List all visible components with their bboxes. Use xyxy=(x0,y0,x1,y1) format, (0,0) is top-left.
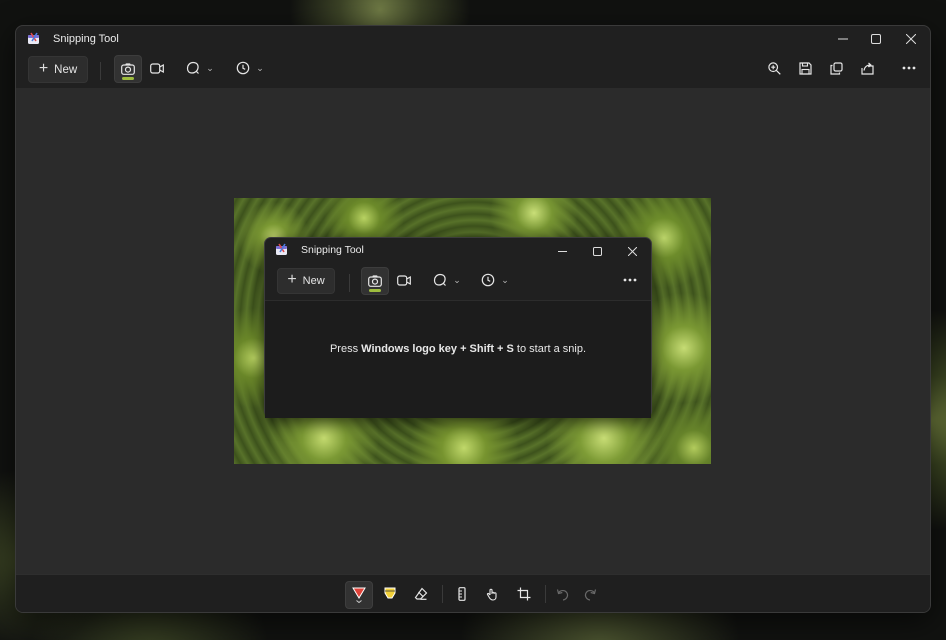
plus-icon: + xyxy=(287,271,297,288)
save-button[interactable] xyxy=(792,55,818,81)
more-icon xyxy=(902,66,916,70)
touch-writing-icon xyxy=(486,588,497,601)
ballpoint-pen-button[interactable] xyxy=(345,581,373,609)
close-icon xyxy=(906,34,916,44)
copy-button[interactable] xyxy=(823,55,849,81)
highlighter-button[interactable] xyxy=(377,581,403,607)
clock-icon xyxy=(481,273,495,287)
zoom-button[interactable] xyxy=(761,55,787,81)
zoom-in-icon xyxy=(767,61,781,75)
instruction-prefix: Press xyxy=(329,343,362,355)
chevron-down-icon: ⌄ xyxy=(453,274,461,285)
captured-minimize xyxy=(545,238,579,264)
captured-title-bar: Snipping Tool xyxy=(265,238,651,264)
redo-button[interactable] xyxy=(577,581,603,607)
freeform-shape-icon xyxy=(187,61,200,74)
captured-snipping-tool-window: Snipping Tool + New ⌄ ⌄ Press Windows lo… xyxy=(264,237,652,418)
main-toolbar: + New ⌄ ⌄ xyxy=(16,54,930,88)
snipping-tool-app-icon xyxy=(27,32,41,46)
eraser-icon xyxy=(414,587,428,600)
video-icon xyxy=(397,274,411,286)
snip-canvas[interactable]: Snipping Tool + New ⌄ ⌄ Press Windows lo… xyxy=(16,88,930,574)
ruler-icon xyxy=(458,587,466,601)
crop-button[interactable] xyxy=(511,581,537,607)
captured-delay-dropdown: ⌄ xyxy=(475,267,515,293)
undo-icon xyxy=(556,588,568,601)
snipping-tool-app-icon xyxy=(275,243,289,257)
maximize-button[interactable] xyxy=(859,26,893,52)
toolbar-separator xyxy=(100,62,101,80)
eraser-button[interactable] xyxy=(408,581,434,607)
captured-toolbar: + New ⌄ ⌄ xyxy=(265,264,651,300)
ruler-button[interactable] xyxy=(449,581,475,607)
window-title: Snipping Tool xyxy=(53,33,119,45)
captured-shape-dropdown: ⌄ xyxy=(427,267,467,293)
captured-new-button: + New xyxy=(277,268,335,294)
share-button[interactable] xyxy=(854,55,880,81)
title-bar[interactable]: Snipping Tool xyxy=(16,26,930,54)
active-mode-indicator xyxy=(369,289,381,292)
freeform-shape-icon xyxy=(434,273,447,286)
redo-icon xyxy=(584,588,596,601)
ballpoint-pen-icon xyxy=(352,587,366,603)
captured-window-title: Snipping Tool xyxy=(301,244,364,256)
captured-new-label: New xyxy=(302,275,325,287)
instruction-suffix: to start a snip. xyxy=(513,343,587,355)
maximize-icon xyxy=(592,246,602,256)
active-mode-indicator xyxy=(122,77,134,80)
captured-snip-mode xyxy=(361,267,389,295)
close-button[interactable] xyxy=(894,26,928,52)
snipping-mode-button[interactable] xyxy=(114,55,142,83)
highlighter-icon xyxy=(384,587,396,599)
camera-icon xyxy=(368,275,382,287)
captured-record-mode xyxy=(391,267,417,293)
touch-writing-button[interactable] xyxy=(480,581,506,607)
start-snip-instruction: Press Windows logo key + Shift + S to st… xyxy=(265,343,651,355)
toolbar-separator xyxy=(349,274,350,292)
chevron-down-icon: ⌄ xyxy=(501,274,509,285)
snipping-tool-window: Snipping Tool + New ⌄ ⌄ Snipping Tool + … xyxy=(15,25,931,613)
minimize-icon xyxy=(557,250,567,252)
crop-icon xyxy=(517,587,531,601)
maximize-icon xyxy=(871,34,881,44)
minimize-icon xyxy=(838,38,848,40)
snip-shape-dropdown[interactable]: ⌄ xyxy=(180,55,220,81)
camera-icon xyxy=(121,63,135,75)
see-more-button[interactable] xyxy=(896,55,922,81)
undo-button[interactable] xyxy=(549,581,575,607)
delay-dropdown[interactable]: ⌄ xyxy=(230,55,270,81)
annotation-toolbar xyxy=(16,574,930,612)
captured-more-button xyxy=(617,267,643,293)
captured-window-body: Press Windows logo key + Shift + S to st… xyxy=(265,300,651,418)
instruction-shortcut: Windows logo key + Shift + S xyxy=(361,343,514,355)
captured-snip-image: Snipping Tool + New ⌄ ⌄ Press Windows lo… xyxy=(234,198,711,464)
toolbar-separator xyxy=(545,585,546,603)
minimize-button[interactable] xyxy=(826,26,860,52)
save-icon xyxy=(798,61,812,75)
new-button-label: New xyxy=(54,63,78,76)
captured-maximize xyxy=(580,238,614,264)
chevron-down-icon: ⌄ xyxy=(256,62,264,73)
plus-icon: + xyxy=(38,59,49,77)
share-icon xyxy=(860,62,874,75)
new-snip-button[interactable]: + New xyxy=(28,56,88,83)
recording-mode-button[interactable] xyxy=(144,55,170,81)
video-icon xyxy=(150,62,164,74)
captured-close xyxy=(615,238,649,264)
more-icon xyxy=(623,278,637,282)
clock-icon xyxy=(236,61,250,75)
chevron-down-icon: ⌄ xyxy=(206,62,214,73)
toolbar-separator xyxy=(442,585,443,603)
close-icon xyxy=(627,246,637,256)
copy-icon xyxy=(829,61,843,75)
